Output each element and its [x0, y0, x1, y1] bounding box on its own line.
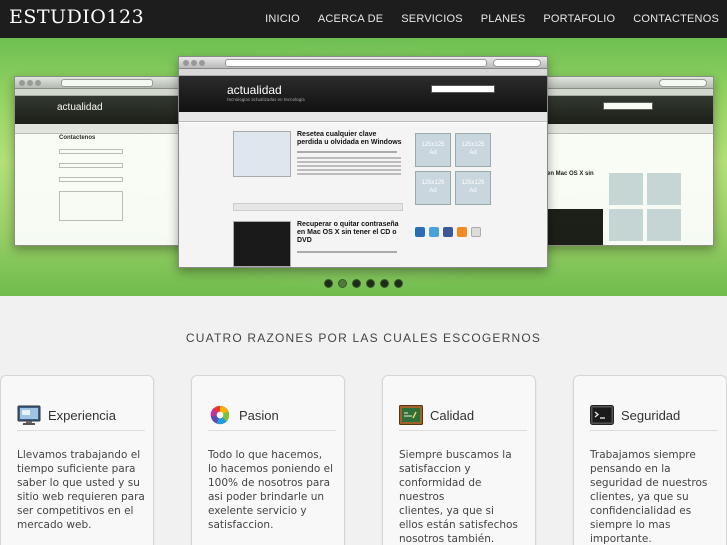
post-title: Recuperar o quitar contraseña en Mac OS … [297, 221, 399, 244]
color-wheel-icon [210, 405, 230, 425]
feature-card-experiencia: Experiencia Llevamos trabajando el tiemp… [0, 375, 154, 545]
slider-dot[interactable] [324, 279, 333, 288]
nav-item-servicios[interactable]: SERVICIOS [401, 13, 463, 25]
site-body: Resetea cualquier clave perdida u olvida… [179, 123, 547, 267]
card-text: Trabajamos siempre pensando en la seguri… [590, 449, 708, 545]
monitor-icon [17, 405, 41, 425]
terminal-icon [590, 405, 614, 425]
card-text: Llevamos trabajando el tiempo suficiente… [17, 449, 145, 531]
card-text: Todo lo que hacemos, lo hacemos poniendo… [208, 449, 334, 531]
card-title: Pasion [239, 408, 279, 423]
contact-page-title: Contactenos [59, 135, 96, 141]
social-icons [415, 227, 481, 237]
site-header: actualidad tecnologias actualizadas en t… [179, 76, 547, 112]
post-title: Resetea cualquier clave perdida u olvida… [297, 131, 402, 146]
twitter-icon[interactable] [429, 227, 439, 237]
slide-center-screenshot[interactable]: actualidad tecnologias actualizadas en t… [178, 56, 548, 268]
site-search-box [431, 85, 495, 93]
post-thumbnail [233, 131, 291, 177]
card-header: Calidad [399, 405, 527, 431]
site-tagline: tecnologias actualizadas en tecnologia [227, 97, 305, 102]
ad-banner[interactable]: 125x125 Ad [455, 171, 491, 205]
slider-dot[interactable] [394, 279, 403, 288]
chalkboard-icon [399, 405, 423, 425]
card-text: Siempre buscamos la satisfaccion y confo… [399, 449, 518, 545]
nav-item-planes[interactable]: PLANES [481, 13, 526, 25]
site-name: actualidad [227, 83, 282, 97]
card-header: Experiencia [17, 405, 145, 431]
site-nav [179, 112, 547, 122]
slider-dot[interactable] [352, 279, 361, 288]
ad-banner[interactable]: 125x125 Ad [415, 133, 451, 167]
card-header: Pasion [208, 405, 336, 431]
buzz-icon[interactable] [415, 227, 425, 237]
main-nav: INICIO ACERCA DE SERVICIOS PLANES PORTAF… [247, 0, 719, 38]
post-thumbnail [233, 221, 291, 267]
right-post-title: en Mac OS X sin [547, 171, 594, 177]
card-title: Seguridad [621, 408, 681, 423]
browser-chrome [179, 57, 547, 69]
nav-item-portafolio[interactable]: PORTAFOLIO [543, 13, 615, 25]
section-title: CUATRO RAZONES POR LAS CUALES ESCOGERNOS [185, 331, 542, 345]
slider-pagination [0, 279, 727, 288]
ad-banner[interactable]: 125x125 Ad [455, 133, 491, 167]
nav-item-contactenos[interactable]: CONTACTENOS [633, 13, 719, 25]
nav-item-inicio[interactable]: INICIO [265, 13, 300, 25]
email-icon[interactable] [471, 227, 481, 237]
ad-banner[interactable]: 125x125 Ad [415, 171, 451, 205]
rss-icon[interactable] [457, 227, 467, 237]
facebook-icon[interactable] [443, 227, 453, 237]
slider-dot[interactable] [366, 279, 375, 288]
hero-slider: actualidad Contactenos en Mac OS X sin a… [0, 38, 727, 296]
card-header: Seguridad [590, 405, 718, 431]
top-navigation-bar: ESTUDIO123 INICIO ACERCA DE SERVICIOS PL… [0, 0, 727, 38]
feature-card-pasion: Pasion Todo lo que hacemos, lo hacemos p… [191, 375, 345, 545]
feature-card-seguridad: Seguridad Trabajamos siempre pensando en… [573, 375, 727, 545]
slider-dot-active[interactable] [338, 279, 347, 288]
nav-item-acerca-de[interactable]: ACERCA DE [318, 13, 383, 25]
site-logo[interactable]: ESTUDIO123 [9, 6, 144, 28]
ad-grid: 125x125 Ad 125x125 Ad 125x125 Ad 125x125… [415, 133, 495, 205]
card-title: Calidad [430, 408, 475, 423]
slider-dot[interactable] [380, 279, 389, 288]
feature-card-calidad: Calidad Siempre buscamos la satisfaccion… [382, 375, 536, 545]
card-title: Experiencia [48, 408, 116, 423]
